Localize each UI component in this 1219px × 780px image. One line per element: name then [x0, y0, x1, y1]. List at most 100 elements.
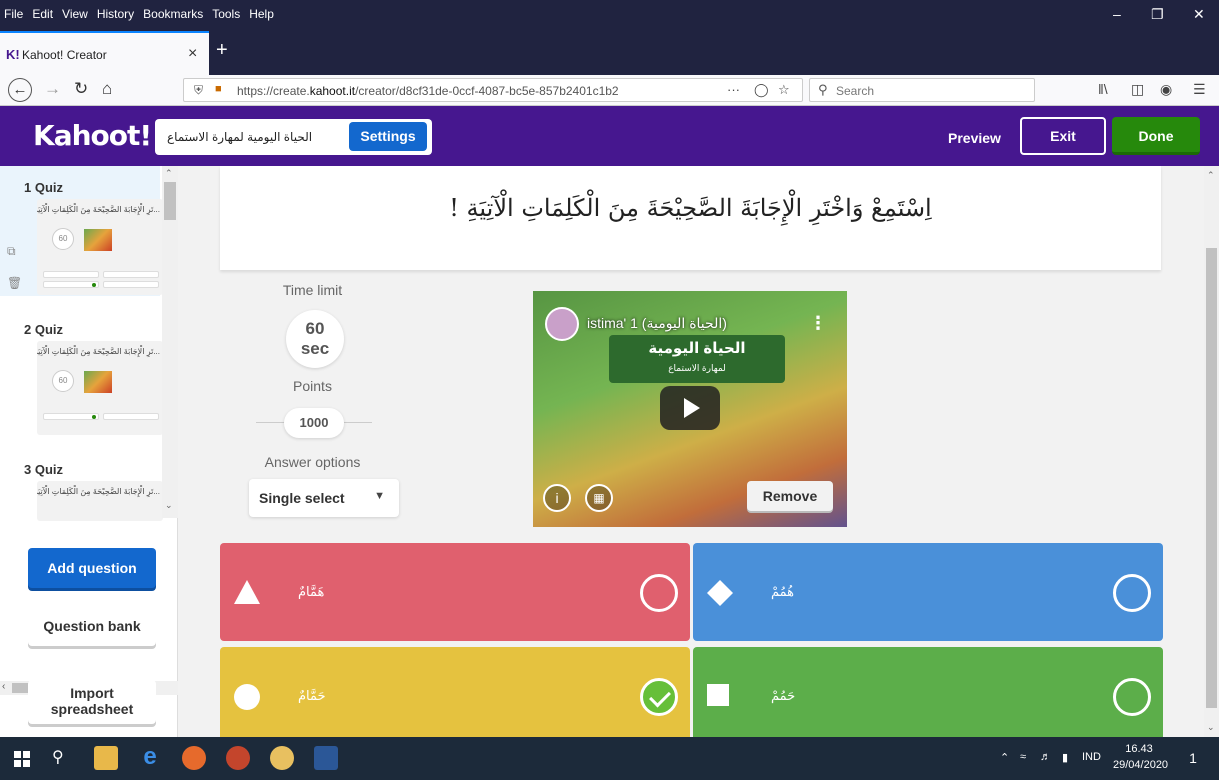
editor-vertical-scrollbar[interactable]: ⌃ ⌄	[1204, 166, 1219, 737]
menu-bookmarks[interactable]: Bookmarks	[143, 7, 203, 21]
menu-help[interactable]: Help	[249, 7, 274, 21]
video-board: الحياة اليومية لمهارة الاستماع	[609, 335, 785, 383]
new-tab-icon[interactable]: +	[216, 39, 228, 62]
search-input[interactable]: ⚲ Search	[809, 78, 1035, 102]
question-thumbnail[interactable]: ...تَرِ الْإِجَابَةَ الصَّحِيْحَةَ مِنَ …	[37, 341, 163, 435]
remove-media-button[interactable]: Remove	[747, 481, 833, 511]
lock-icon[interactable]: ■	[215, 83, 222, 95]
shield-icon[interactable]: ⛨	[194, 83, 203, 98]
firefox-icon[interactable]	[182, 746, 206, 770]
close-window-icon[interactable]: ✕	[1193, 6, 1205, 23]
correct-toggle[interactable]	[640, 574, 678, 612]
question-item-2[interactable]: 2 Quiz ...تَرِ الْإِجَابَةَ الصَّحِيْحَة…	[0, 308, 163, 438]
duplicate-icon[interactable]: ⧉	[7, 244, 16, 259]
channel-avatar[interactable]	[545, 307, 579, 341]
search-icon[interactable]: ⚲	[52, 747, 64, 767]
minimize-icon[interactable]: –	[1113, 6, 1121, 22]
tab-kahoot-creator[interactable]: K! Kahoot! Creator ×	[0, 31, 209, 75]
menu-edit[interactable]: Edit	[32, 7, 53, 21]
delete-icon[interactable]: 🗑	[7, 276, 22, 290]
scroll-up-icon[interactable]: ⌃	[165, 168, 173, 179]
clock[interactable]: 16.43 29/04/2020	[1113, 741, 1168, 773]
points-selector[interactable]: 1000	[284, 408, 344, 438]
video-embed[interactable]: الحياة اليومية لمهارة الاستماع istima' 1…	[533, 291, 847, 527]
pocket-icon[interactable]: ◯	[754, 82, 769, 98]
preview-button[interactable]: Preview	[948, 130, 1001, 146]
menu-tools[interactable]: Tools	[212, 7, 240, 21]
done-button[interactable]: Done	[1112, 117, 1200, 155]
menu-file[interactable]: File	[4, 7, 23, 21]
question-bank-button[interactable]: Question bank	[28, 606, 156, 646]
answer-text[interactable]: حَمُمْ	[771, 688, 795, 704]
answer-text[interactable]: حَمَّامٌ	[298, 688, 326, 704]
kahoot-title[interactable]: الحياة اليومية لمهارة الاستماع	[167, 130, 312, 144]
kahoot-title-box[interactable]: الحياة اليومية لمهارة الاستماع Settings	[155, 119, 432, 155]
bookmark-star-icon[interactable]: ☆	[778, 82, 790, 98]
points-slider-track-left[interactable]	[256, 422, 286, 423]
library-icon[interactable]: ‖\	[1098, 81, 1108, 97]
home-icon[interactable]: ⌂	[102, 79, 112, 99]
scroll-down-icon[interactable]: ⌄	[165, 500, 173, 511]
more-options-icon[interactable]: ⋮	[809, 313, 827, 334]
scroll-thumb[interactable]	[164, 182, 176, 220]
page-actions-icon[interactable]: ···	[727, 82, 740, 97]
kahoot-logo[interactable]: Kahoot!	[33, 119, 152, 152]
exit-button[interactable]: Exit	[1020, 117, 1106, 155]
url-bar[interactable]: ⛨ ■ https://create.kahoot.it/creator/d8c…	[183, 78, 803, 102]
add-question-button[interactable]: Add question	[28, 548, 156, 588]
answer-text[interactable]: هُمُمْ	[771, 584, 794, 600]
question-thumbnail[interactable]: ...تَرِ الْإِجَابَةَ الصَّحِيْحَةَ مِنَ …	[37, 199, 163, 295]
account-icon[interactable]: ◉	[1160, 81, 1172, 98]
language-indicator[interactable]: IND	[1082, 751, 1101, 763]
word-icon[interactable]	[314, 746, 338, 770]
question-item-1[interactable]: 1 Quiz ...تَرِ الْإِجَابَةَ الصَّحِيْحَة…	[0, 166, 163, 296]
answer-3[interactable]: حَمَّامٌ	[220, 647, 690, 737]
forward-icon[interactable]: →	[44, 79, 61, 99]
info-icon[interactable]: i	[543, 484, 571, 512]
network-icon[interactable]: ≈	[1020, 751, 1026, 763]
powerpoint-icon[interactable]	[226, 746, 250, 770]
url-text[interactable]: https://create.kahoot.it/creator/d8cf31d…	[237, 84, 619, 98]
settings-button[interactable]: Settings	[349, 122, 427, 151]
close-tab-icon[interactable]: ×	[188, 45, 197, 63]
video-title[interactable]: istima' 1 (الحياة اليومية)	[587, 315, 727, 332]
sidebar-toggle-icon[interactable]: ◫	[1131, 81, 1144, 98]
import-spreadsheet-button[interactable]: Import spreadsheet	[28, 680, 156, 724]
question-title-box[interactable]: اِسْتَمِعْ وَاخْتَرِ الْإِجَابَةَ الصَّح…	[220, 166, 1161, 270]
battery-icon[interactable]: ▮	[1062, 751, 1068, 764]
video-settings-icon[interactable]: ▦	[585, 484, 613, 512]
scroll-thumb[interactable]	[1206, 248, 1217, 708]
back-icon[interactable]: ←	[8, 78, 32, 102]
menu-history[interactable]: History	[97, 7, 134, 21]
correct-toggle[interactable]	[1113, 574, 1151, 612]
scroll-up-icon[interactable]: ⌃	[1207, 170, 1215, 181]
correct-check-icon[interactable]	[640, 678, 678, 716]
time-limit-selector[interactable]: 60 sec	[286, 310, 344, 368]
answer-options-select[interactable]: Single select ▼	[249, 479, 399, 517]
windows-start-icon[interactable]	[14, 751, 30, 767]
file-explorer-icon[interactable]	[94, 746, 118, 770]
sidebar-vertical-scrollbar[interactable]: ⌃ ⌄	[162, 166, 178, 518]
answer-1[interactable]: هَمَّامٌ	[220, 543, 690, 641]
hamburger-menu-icon[interactable]: ☰	[1193, 81, 1206, 98]
volume-icon[interactable]: ♬	[1040, 751, 1051, 763]
notifications-icon[interactable]: 1	[1180, 745, 1206, 771]
correct-toggle[interactable]	[1113, 678, 1151, 716]
question-text[interactable]: اِسْتَمِعْ وَاخْتَرِ الْإِجَابَةَ الصَّح…	[220, 194, 1161, 222]
question-thumbnail[interactable]: ...تَرِ الْإِجَابَةَ الصَّحِيْحَةَ مِنَ …	[37, 481, 163, 521]
tray-chevron-icon[interactable]: ⌃	[1000, 751, 1009, 764]
reload-icon[interactable]: ↻	[74, 79, 88, 99]
restore-icon[interactable]: ❐	[1151, 6, 1164, 23]
time-unit: sec	[300, 339, 330, 358]
answer-2[interactable]: هُمُمْ	[693, 543, 1163, 641]
menu-view[interactable]: View	[62, 7, 88, 21]
play-icon[interactable]	[660, 386, 720, 430]
edge-icon[interactable]: e	[138, 745, 162, 770]
answer-4[interactable]: حَمُمْ	[693, 647, 1163, 737]
app-icon[interactable]	[270, 746, 294, 770]
scroll-down-icon[interactable]: ⌄	[1207, 722, 1215, 733]
points-slider-track-right[interactable]	[344, 422, 372, 423]
scroll-left-icon[interactable]: ‹	[2, 681, 5, 692]
answer-text[interactable]: هَمَّامٌ	[298, 584, 324, 600]
answer-bar	[43, 413, 99, 420]
